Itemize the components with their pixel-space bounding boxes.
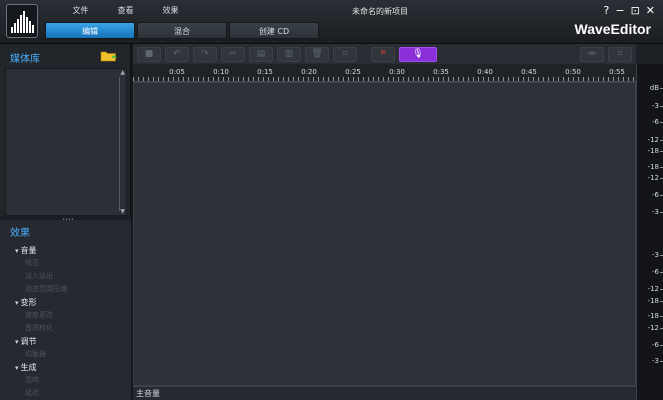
ruler-tick-label: 0:05 xyxy=(169,68,185,76)
ruler-tick-label: 0:50 xyxy=(565,68,581,76)
help-button[interactable]: ? xyxy=(604,4,610,17)
cut-icon[interactable]: ✂ xyxy=(221,46,245,62)
ruler-tick-label: 0:20 xyxy=(301,68,317,76)
edit-toolbar: ■ ↶ ↷ ✂ ▤ ▥ 🗑 ⌗ ⚑ 🎙 ⇹ ⌗ xyxy=(133,44,636,64)
db-label: -3 xyxy=(652,251,663,259)
scroll-down-arrow-icon[interactable]: ▼ xyxy=(120,208,125,215)
media-scrollbar[interactable] xyxy=(119,77,124,211)
close-button[interactable]: ✕ xyxy=(646,4,655,17)
window-controls: ? − ⊡ ✕ xyxy=(604,4,656,17)
undo-icon[interactable]: ↶ xyxy=(165,46,189,62)
media-library-title: 媒体库 xyxy=(10,54,40,65)
effect-item[interactable]: 规范 xyxy=(15,257,67,270)
effect-group-generate[interactable]: 生成 xyxy=(15,361,67,374)
ruler-tick-label: 0:15 xyxy=(257,68,273,76)
effect-item[interactable]: 动态范围压缩 xyxy=(15,283,67,296)
maximize-button[interactable]: ⊡ xyxy=(631,4,640,17)
open-folder-icon[interactable] xyxy=(100,50,118,62)
menu-bar: 文件 查看 效果 xyxy=(58,5,193,16)
db-label: -6 xyxy=(652,341,663,349)
tab-edit[interactable]: 编辑 xyxy=(45,22,135,39)
db-unit-label: dB xyxy=(649,84,663,92)
brand-logo: WaveEditor xyxy=(574,21,652,37)
db-label: -3 xyxy=(652,102,663,110)
ruler-tick-label: 0:25 xyxy=(345,68,361,76)
effect-item[interactable]: 混响 xyxy=(15,374,67,387)
menu-effects[interactable]: 效果 xyxy=(148,5,193,16)
tab-mix[interactable]: 混合 xyxy=(137,22,227,39)
effect-item[interactable]: 延迟 xyxy=(15,387,67,400)
effect-group-adjust[interactable]: 调节 xyxy=(15,335,67,348)
effects-tree: 音量 规范 淡入淡出 动态范围压缩 变形 速度更改 音高转化 调节 均衡器 生成… xyxy=(15,244,67,400)
ruler-tick-label: 0:40 xyxy=(477,68,493,76)
minimize-button[interactable]: − xyxy=(615,4,624,17)
redo-icon[interactable]: ↷ xyxy=(193,46,217,62)
db-scale: dB -3 -6 -12 -18 -18 -12 -6 -3 -3 -6 -12… xyxy=(636,64,663,400)
effects-title: 效果 xyxy=(10,228,30,239)
app-logo-icon xyxy=(6,4,38,38)
window-title: 未命名的新项目 xyxy=(352,7,408,16)
db-label: -12 xyxy=(647,324,663,332)
waveform-track-area[interactable] xyxy=(133,82,636,386)
marker-flag-icon[interactable]: ⚑ xyxy=(371,46,395,62)
effect-item[interactable]: 淡入淡出 xyxy=(15,270,67,283)
effect-item[interactable]: 均衡器 xyxy=(15,348,67,361)
media-library-header: 媒体库 xyxy=(0,44,130,68)
db-label: -18 xyxy=(647,297,663,305)
tab-create-cd[interactable]: 创建 CD xyxy=(229,22,319,39)
effect-item[interactable]: 音高转化 xyxy=(15,322,67,335)
effect-group-volume[interactable]: 音量 xyxy=(15,244,67,257)
ruler-tick-label: 0:30 xyxy=(389,68,405,76)
db-label: -3 xyxy=(652,208,663,216)
media-library-list[interactable]: ▲ ▼ xyxy=(5,68,127,216)
db-label: -18 xyxy=(647,312,663,320)
left-panel: 媒体库 ▲ ▼ •••• 效果 音量 规范 淡入淡出 动态范围压缩 变形 速度更… xyxy=(0,44,131,400)
db-label: -18 xyxy=(647,163,663,171)
master-volume-label: 主音量 xyxy=(136,389,160,398)
ruler-tick-marks xyxy=(133,77,636,81)
db-label: -6 xyxy=(652,191,663,199)
menu-view[interactable]: 查看 xyxy=(103,5,148,16)
crop-icon[interactable]: ⌗ xyxy=(333,46,357,62)
db-label: -18 xyxy=(647,147,663,155)
record-microphone-icon[interactable]: 🎙 xyxy=(399,46,437,62)
delete-icon[interactable]: 🗑 xyxy=(305,46,329,62)
ruler-tick-label: 0:10 xyxy=(213,68,229,76)
scroll-up-arrow-icon[interactable]: ▲ xyxy=(120,69,125,76)
db-label: -12 xyxy=(647,136,663,144)
ruler-tick-label: 0:45 xyxy=(521,68,537,76)
effect-group-transform[interactable]: 变形 xyxy=(15,296,67,309)
timeline-ruler[interactable]: 0:05 0:10 0:15 0:20 0:25 0:30 0:35 0:40 … xyxy=(133,64,636,82)
save-icon[interactable]: ■ xyxy=(137,46,161,62)
ruler-tick-label: 0:35 xyxy=(433,68,449,76)
effect-item[interactable]: 速度更改 xyxy=(15,309,67,322)
paste-icon[interactable]: ▥ xyxy=(277,46,301,62)
db-label: -6 xyxy=(652,268,663,276)
menu-file[interactable]: 文件 xyxy=(58,5,103,16)
db-label: -12 xyxy=(647,174,663,182)
db-label: -6 xyxy=(652,118,663,126)
fit-horizontal-icon[interactable]: ⇹ xyxy=(580,46,604,62)
db-label: -12 xyxy=(647,285,663,293)
effects-panel: 效果 音量 规范 淡入淡出 动态范围压缩 变形 速度更改 音高转化 调节 均衡器… xyxy=(0,220,131,400)
db-label: -3 xyxy=(652,357,663,365)
copy-icon[interactable]: ▤ xyxy=(249,46,273,62)
master-volume-track[interactable]: 主音量 xyxy=(133,386,636,400)
fit-all-icon[interactable]: ⌗ xyxy=(608,46,632,62)
mode-tabs: 编辑 混合 创建 CD xyxy=(45,22,319,39)
title-bar: 文件 查看 效果 未命名的新项目 ? − ⊡ ✕ 编辑 混合 创建 CD Wav… xyxy=(0,0,663,44)
ruler-tick-label: 0:55 xyxy=(609,68,625,76)
